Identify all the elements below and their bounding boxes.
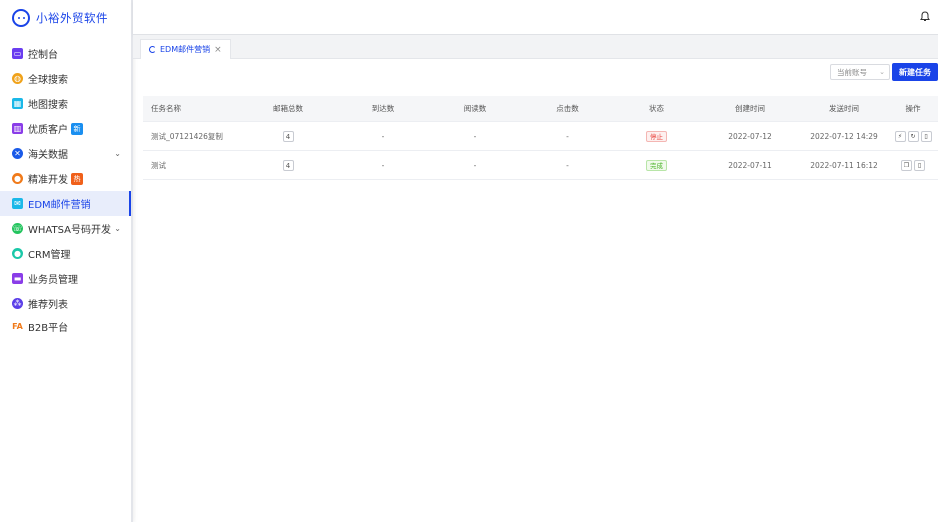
task-name: 测试_07121426复制 (151, 131, 223, 141)
email-total-badge[interactable]: 4 (282, 159, 294, 171)
chevron-down-icon[interactable]: ⌄ (114, 224, 121, 233)
table-row: 测试 4 - - - 完成 2022-07-11 2022-07-11 16:1… (143, 151, 938, 180)
monitor-icon: ▭ (12, 48, 23, 59)
read-count: - (473, 160, 477, 170)
tabs-bar: EDM邮件营销 × (133, 35, 938, 59)
sidebar-item-edm[interactable]: ✉ EDM邮件营销 (0, 191, 131, 216)
sidebar: 小裕外贸软件 ▭ 控制台 ◍ 全球搜索 ▦ 地图搜索 ▥ 优质客户 新 ✕ 海关… (0, 0, 133, 522)
row-actions: ⚡ ↻ ▯ (894, 130, 932, 142)
tab-edm[interactable]: EDM邮件营销 × (140, 39, 231, 59)
sidebar-item-label: B2B平台 (28, 322, 69, 334)
refresh-icon[interactable]: ↻ (907, 130, 919, 142)
sidebar-item-label: 精准开发 (28, 175, 68, 186)
col-header-created: 创建时间 (735, 104, 765, 113)
tab-label: EDM邮件营销 (160, 45, 211, 54)
task-table: 任务名称 邮箱总数 到达数 阅读数 点击数 状态 创建时间 发送时间 操作 测试… (143, 96, 938, 180)
col-header-sent: 发送时间 (829, 104, 859, 113)
chevron-down-icon[interactable]: ⌄ (114, 149, 121, 158)
mail-icon: ✉ (12, 198, 23, 209)
read-count: - (473, 131, 477, 141)
brand[interactable]: 小裕外贸软件 (12, 8, 108, 28)
bell-icon[interactable] (920, 11, 930, 22)
close-icon[interactable]: × (214, 45, 222, 55)
col-header-clicks: 点击数 (556, 104, 579, 113)
sidebar-item-global-search[interactable]: ◍ 全球搜索 (0, 66, 131, 91)
copy-icon[interactable]: ❐ (901, 159, 912, 171)
app-root: 小裕外贸软件 ▭ 控制台 ◍ 全球搜索 ▦ 地图搜索 ▥ 优质客户 新 ✕ 海关… (0, 0, 938, 522)
play-icon[interactable]: ⚡ (894, 130, 906, 142)
delete-icon[interactable]: ▯ (914, 159, 925, 171)
col-header-total: 邮箱总数 (273, 104, 303, 113)
created-date: 2022-07-11 (728, 160, 772, 170)
sidebar-item-label: WHATSA号码开发 (28, 225, 111, 236)
row-actions: ❐ ▯ (901, 159, 925, 171)
sidebar-item-label: 推荐列表 (28, 300, 68, 311)
sidebar-item-label: 全球搜索 (28, 75, 68, 86)
new-badge: 新 (71, 122, 83, 135)
sidebar-item-whatsapp[interactable]: ☏ WHATSA号码开发 ⌄ (0, 216, 131, 241)
sidebar-item-recommend[interactable]: ⁂ 推荐列表 (0, 291, 131, 316)
table-row: 测试_07121426复制 4 - - - 停止 2022-07-12 2022… (143, 122, 938, 151)
col-header-name: 任务名称 (151, 104, 181, 113)
sidebar-item-label: EDM邮件营销 (28, 200, 91, 211)
sent-date: 2022-07-12 14:29 (810, 131, 878, 141)
delete-icon[interactable]: ▯ (920, 130, 932, 142)
sidebar-item-label: CRM管理 (28, 250, 71, 261)
col-header-read: 阅读数 (463, 104, 487, 113)
delivered-count: - (381, 160, 385, 170)
network-icon: ⁂ (12, 298, 23, 309)
status-badge: 停止 (646, 130, 667, 142)
sidebar-item-label: 控制台 (28, 50, 58, 61)
sidebar-item-salesman[interactable]: ▬ 业务员管理 (0, 266, 131, 291)
book-icon: ▥ (12, 123, 23, 134)
click-count: - (566, 131, 569, 141)
people-icon: ● (12, 173, 23, 184)
col-header-delivered: 到达数 (371, 104, 395, 113)
col-header-ops: 操作 (905, 104, 921, 113)
map-icon: ▦ (12, 98, 23, 109)
account-select-placeholder: 当前账号 (837, 67, 867, 77)
email-total-badge[interactable]: 4 (282, 130, 294, 142)
click-count: - (566, 160, 569, 170)
sidebar-item-label: 地图搜索 (28, 100, 68, 111)
sidebar-item-precise-dev[interactable]: ● 精准开发 热 (0, 166, 131, 191)
sidebar-item-customs-data[interactable]: ✕ 海关数据 ⌄ (0, 141, 131, 166)
sidebar-item-map-search[interactable]: ▦ 地图搜索 (0, 91, 131, 116)
whatsapp-icon: ☏ (12, 223, 23, 234)
new-task-button[interactable]: 新建任务 (892, 63, 938, 81)
task-name: 测试 (151, 160, 166, 170)
brand-name: 小裕外贸软件 (36, 11, 108, 25)
top-header (133, 0, 938, 35)
fa-logo-icon: FA (12, 321, 23, 331)
chevron-down-icon: ⌄ (879, 68, 885, 76)
sidebar-item-b2b[interactable]: FA B2B平台 (0, 316, 131, 336)
compass-icon: ✕ (12, 148, 23, 159)
user-icon: ● (12, 248, 23, 259)
sidebar-item-quality-customers[interactable]: ▥ 优质客户 新 (0, 116, 131, 141)
col-header-status: 状态 (649, 104, 664, 113)
globe-icon: ◍ (12, 73, 23, 84)
sidebar-item-label: 优质客户 (28, 125, 68, 136)
hot-badge: 热 (71, 172, 83, 185)
account-select[interactable]: 当前账号 ⌄ (830, 64, 890, 80)
sidebar-item-label: 业务员管理 (28, 275, 78, 286)
briefcase-icon: ▬ (12, 273, 23, 284)
loading-icon (149, 46, 156, 53)
sent-date: 2022-07-11 16:12 (810, 160, 878, 170)
sidebar-menu: ▭ 控制台 ◍ 全球搜索 ▦ 地图搜索 ▥ 优质客户 新 ✕ 海关数据 ⌄ ● … (0, 41, 131, 336)
status-badge: 完成 (646, 159, 667, 171)
sidebar-item-console[interactable]: ▭ 控制台 (0, 41, 131, 66)
chat-logo-icon (12, 9, 30, 27)
delivered-count: - (381, 131, 385, 141)
sidebar-item-crm[interactable]: ● CRM管理 (0, 241, 131, 266)
sidebar-item-label: 海关数据 (28, 150, 68, 161)
table-header: 任务名称 邮箱总数 到达数 阅读数 点击数 状态 创建时间 发送时间 操作 (143, 96, 938, 122)
created-date: 2022-07-12 (728, 131, 772, 141)
